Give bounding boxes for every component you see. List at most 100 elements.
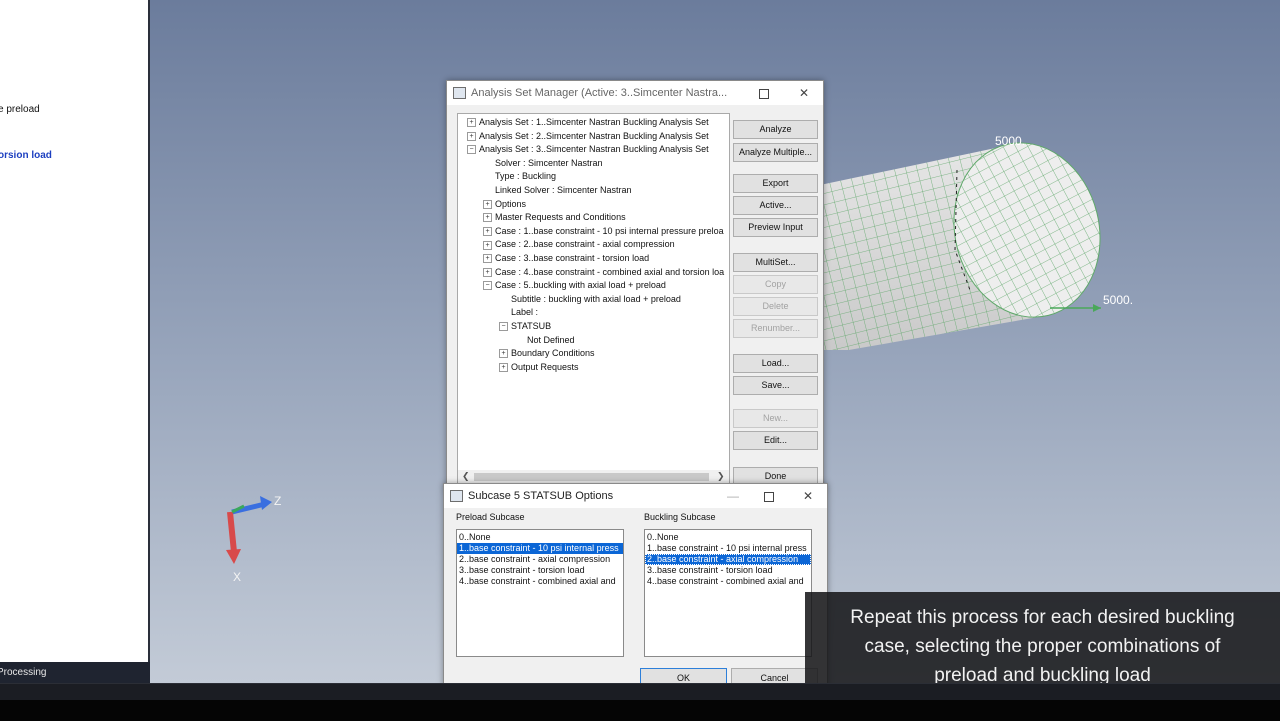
tree-item[interactable]: − Analysis Set : 3..Simcenter Nastran Buc… [467,144,709,155]
caption-overlay: Repeat this process for each desired buc… [805,592,1280,692]
new-button[interactable]: New... [733,409,818,428]
tree-item[interactable]: + Master Requests and Conditions [483,212,626,223]
tree-horizontal-scrollbar[interactable]: ❮ ❯ [458,470,729,484]
analysis-set-tree[interactable]: ❮ ❯ + Analysis Set : 1..Simcenter Nastran… [457,113,730,485]
tree-item-label: Case : 1..base constraint - 10 psi inter… [495,225,724,236]
expand-icon[interactable]: + [499,349,508,359]
list-item[interactable]: 3..base constraint - torsion load [645,565,811,576]
tree-item[interactable]: Label : [499,307,538,317]
tree-item-label: Label : [511,307,539,318]
maximize-icon [759,88,769,99]
tree-item-label: Type : Buckling [495,171,557,182]
status-strip: Processing [0,662,150,683]
cylinder-mesh-model[interactable] [805,130,1135,350]
panel-item-preload[interactable]: e preload [0,104,40,115]
scroll-left-icon[interactable]: ❮ [462,471,470,482]
tree-item[interactable]: Subtitle : buckling with axial load + pr… [499,294,681,304]
tree-item[interactable]: − STATSUB [499,321,552,332]
minimize-button[interactable]: — [720,487,746,505]
maximize-button[interactable] [751,84,777,102]
tree-item-label: Not Defined [527,334,575,345]
expand-icon[interactable]: + [499,362,508,372]
tree-item[interactable]: + Options [483,199,526,209]
maximize-button[interactable] [756,487,782,505]
load-button[interactable]: Load... [733,354,818,373]
collapse-icon[interactable]: − [467,145,476,155]
tree-item-label: Output Requests [511,361,579,372]
scroll-right-icon[interactable]: ❯ [717,471,725,482]
close-button[interactable]: ✕ [791,84,817,102]
tree-item[interactable]: + Boundary Conditions [499,348,595,359]
delete-button[interactable]: Delete [733,297,818,316]
list-item[interactable]: 2..base constraint - axial compression [645,554,811,565]
tree-item[interactable]: + Case : 4..base constraint - combined ax… [483,267,724,277]
expand-icon[interactable]: + [467,118,476,128]
list-item[interactable]: 1..base constraint - 10 psi internal pre… [645,543,811,554]
expand-icon[interactable]: + [483,199,492,209]
expand-icon[interactable]: + [483,267,492,277]
save-button[interactable]: Save... [733,376,818,395]
tree-item-label: Case : 4..base constraint - combined axi… [495,266,725,277]
renumber-button[interactable]: Renumber... [733,319,818,338]
list-item[interactable]: 4..base constraint - combined axial and [645,576,811,587]
axis-z-label: Z [274,494,282,508]
tree-item[interactable]: Not Defined [515,335,575,345]
list-item[interactable]: 2..base constraint - axial compression [457,554,623,565]
expand-icon[interactable]: + [483,226,492,236]
expand-icon[interactable]: + [467,131,476,141]
multiset-button[interactable]: MultiSet... [733,253,818,272]
axis-triad: Z X [210,490,300,590]
list-item[interactable]: 0..None [645,532,811,543]
copy-button[interactable]: Copy [733,275,818,294]
tree-item-label: Master Requests and Conditions [495,212,626,223]
active-button[interactable]: Active... [733,196,818,215]
panel-item-torsion[interactable]: orsion load [0,150,52,161]
list-item[interactable]: 3..base constraint - torsion load [457,565,623,576]
close-icon: ✕ [798,86,810,100]
tree-item-label: Case : 2..base constraint - axial compre… [495,239,675,250]
preload-subcase-list[interactable]: 0..None 1..base constraint - 10 psi inter… [456,529,624,657]
collapse-icon[interactable]: − [499,322,508,332]
tree-item-label: STATSUB [511,321,552,331]
close-button[interactable]: ✕ [795,487,821,505]
asm-title: Analysis Set Manager (Active: 3..Simcent… [471,87,728,99]
left-panel: e preload orsion load [0,0,150,662]
tree-item[interactable]: Linked Solver : Simcenter Nastran [483,185,632,195]
tree-item[interactable]: Solver : Simcenter Nastran [483,158,603,168]
expand-icon[interactable]: + [483,213,492,223]
expand-icon[interactable]: + [483,240,492,250]
tree-item-label: Boundary Conditions [511,348,595,359]
tree-item[interactable]: + Analysis Set : 2..Simcenter Nastran Buc… [467,131,709,141]
expand-icon[interactable]: + [483,254,492,264]
edit-button[interactable]: Edit... [733,431,818,450]
tree-item[interactable]: − Case : 5..buckling with axial load + pr… [483,280,666,291]
buckling-subcase-list[interactable]: 0..None 1..base constraint - 10 psi inter… [644,529,812,657]
collapse-icon[interactable]: − [483,281,492,291]
export-button[interactable]: Export [733,174,818,193]
analyze-button[interactable]: Analyze [733,120,818,139]
close-icon: ✕ [802,489,814,503]
statsub-title: Subcase 5 STATSUB Options [468,490,614,502]
asm-titlebar[interactable]: Analysis Set Manager (Active: 3..Simcent… [447,81,823,105]
tree-item[interactable]: + Case : 2..base constraint - axial compr… [483,239,675,250]
tree-item[interactable]: + Output Requests [499,362,579,372]
axis-triad-icon [226,496,272,564]
window-app-icon [450,490,463,502]
list-item[interactable]: 0..None [457,532,623,543]
tree-item[interactable]: + Case : 3..base constraint - torsion loa… [483,253,649,264]
preview-input-button[interactable]: Preview Input [733,218,818,237]
tree-item[interactable]: Type : Buckling [483,171,556,181]
list-item[interactable]: 4..base constraint - combined axial and [457,576,623,587]
analyze-multiple-button[interactable]: Analyze Multiple... [733,143,818,162]
preload-subcase-label: Preload Subcase [456,512,525,522]
tree-item[interactable]: + Case : 1..base constraint - 10 psi inte… [483,226,724,236]
tree-item[interactable]: + Analysis Set : 1..Simcenter Nastran Buc… [467,117,709,128]
statsub-titlebar[interactable]: Subcase 5 STATSUB Options — ✕ [444,484,827,508]
scroll-thumb[interactable] [474,473,709,481]
tree-item-label: Analysis Set : 3..Simcenter Nastran Buck… [479,144,709,155]
list-item[interactable]: 1..base constraint - 10 psi internal pre… [457,543,623,554]
tree-item-label: Analysis Set : 2..Simcenter Nastran Buck… [479,130,709,141]
axis-x-label: X [233,570,242,584]
bottom-bar [0,683,1280,721]
maximize-icon [764,491,774,502]
